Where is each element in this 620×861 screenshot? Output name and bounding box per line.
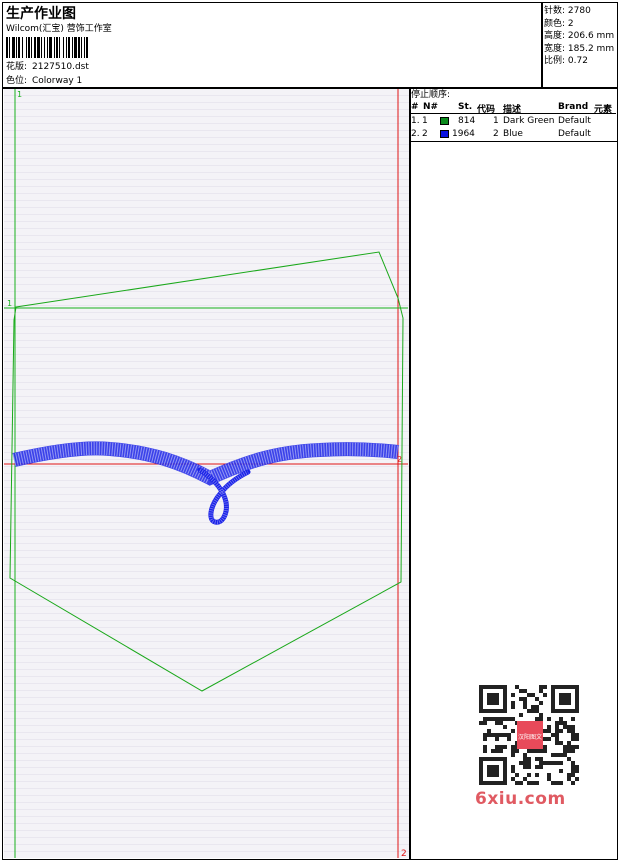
marker-row-left: 1 bbox=[7, 299, 12, 308]
qr-code-image: 汉阳图文 bbox=[479, 685, 579, 785]
marker-row-right: 2 bbox=[397, 455, 402, 464]
marker-top-left: 1 bbox=[17, 90, 22, 99]
watermark-text: 6xiu.com bbox=[475, 789, 566, 809]
marker-bottom-right: 2 bbox=[401, 849, 407, 859]
seal-text: 汉阳图文 bbox=[518, 733, 542, 741]
watermark: 汉阳图文 6xiu.com bbox=[471, 681, 587, 817]
